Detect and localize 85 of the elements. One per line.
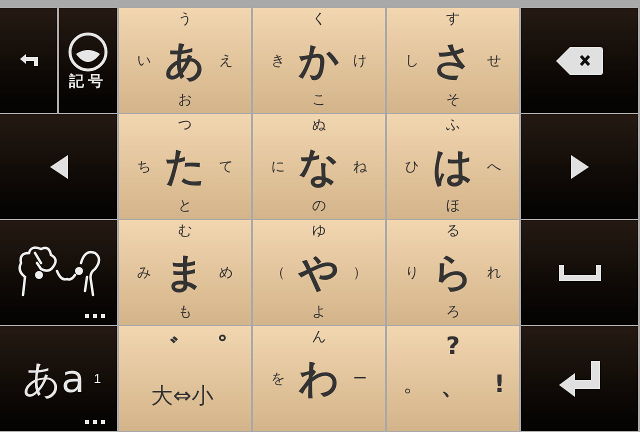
key-char: 、 bbox=[441, 374, 465, 398]
key-char: た bbox=[164, 146, 206, 186]
emoticon-key[interactable] bbox=[0, 220, 117, 325]
flick-char: ち bbox=[137, 160, 151, 174]
kana-key[interactable]: る り ら れ ろ bbox=[387, 220, 519, 325]
more-dots-icon bbox=[85, 420, 105, 424]
space-icon bbox=[558, 264, 600, 280]
key-char: わ bbox=[298, 358, 340, 398]
space-key[interactable] bbox=[521, 220, 638, 325]
flick-char: す bbox=[446, 12, 460, 26]
input-mode-key[interactable]: あa 1 bbox=[0, 326, 117, 431]
flick-char: よ bbox=[312, 305, 326, 319]
modifier-key[interactable]: ゛ ゜ 大⇔小 bbox=[119, 326, 251, 431]
flick-char: せ bbox=[487, 54, 501, 68]
key-char: あ bbox=[164, 40, 206, 80]
flick-char: お bbox=[178, 93, 192, 107]
kana-key[interactable]: ん を わ ー bbox=[253, 326, 385, 431]
mode-number-label: 1 bbox=[94, 372, 101, 385]
key-char: さ bbox=[432, 40, 474, 80]
key-char: ら bbox=[432, 252, 474, 292]
key-label: 大⇔小 bbox=[151, 386, 214, 408]
flick-char: ー bbox=[353, 372, 367, 386]
kana-key[interactable]: く き か け こ bbox=[253, 8, 385, 113]
key-char: か bbox=[298, 40, 340, 80]
flick-char: ひ bbox=[405, 160, 419, 174]
backspace-icon bbox=[556, 46, 604, 76]
key-char: ま bbox=[164, 252, 206, 292]
kana-key[interactable]: ふ ひ は へ ほ bbox=[387, 114, 519, 219]
punctuation-key[interactable]: ? 。 、 ! bbox=[387, 326, 519, 431]
flick-char: め bbox=[219, 266, 233, 280]
kana-key[interactable]: す し さ せ そ bbox=[387, 8, 519, 113]
handakuten-mark: ゜ bbox=[199, 331, 228, 367]
flick-char: ゆ bbox=[312, 224, 326, 238]
flick-char: て bbox=[219, 160, 233, 174]
flick-char: ろ bbox=[446, 305, 460, 319]
flick-char: つ bbox=[178, 118, 192, 132]
key-char: は bbox=[432, 146, 474, 186]
enter-key[interactable] bbox=[521, 326, 638, 431]
key-label: 記号 bbox=[69, 74, 107, 89]
flick-char: き bbox=[271, 54, 285, 68]
flick-char: れ bbox=[487, 266, 501, 280]
kana-key[interactable]: ゆ （ や ） よ bbox=[253, 220, 385, 325]
flick-char: を bbox=[271, 372, 285, 386]
flick-char: ほ bbox=[446, 199, 460, 213]
flick-char: し bbox=[405, 54, 419, 68]
flick-char: こ bbox=[312, 93, 326, 107]
flick-char: ! bbox=[494, 372, 505, 396]
key-char: や bbox=[298, 252, 340, 292]
flick-char: ね bbox=[353, 160, 367, 174]
flick-char: い bbox=[137, 54, 151, 68]
more-dots-icon bbox=[85, 314, 105, 318]
left-arrow-icon bbox=[48, 154, 68, 180]
flick-char: え bbox=[219, 54, 233, 68]
flick-char: ） bbox=[353, 266, 367, 280]
flick-char: （ bbox=[271, 266, 285, 280]
flick-char: ふ bbox=[446, 118, 460, 132]
kana-key[interactable]: つ ち た て と bbox=[119, 114, 251, 219]
dakuten-mark: ゛ bbox=[151, 331, 180, 367]
right-arrow-icon bbox=[570, 154, 590, 180]
key-char: な bbox=[298, 146, 340, 186]
symbol-key[interactable]: 記号 bbox=[59, 8, 117, 113]
backspace-key[interactable] bbox=[521, 8, 638, 113]
flick-char: み bbox=[137, 266, 151, 280]
flick-char: け bbox=[353, 54, 367, 68]
mode-label: あa bbox=[22, 360, 85, 398]
flick-char: ? bbox=[446, 334, 460, 358]
flick-char: る bbox=[446, 224, 460, 238]
flick-char: の bbox=[312, 199, 326, 213]
flick-char: う bbox=[178, 12, 192, 26]
undo-icon bbox=[18, 54, 40, 68]
enter-icon bbox=[558, 360, 600, 396]
kana-key[interactable]: う い あ え お bbox=[119, 8, 251, 113]
flick-char: と bbox=[178, 199, 192, 213]
flick-char: へ bbox=[487, 160, 501, 174]
flick-char: ん bbox=[312, 330, 326, 344]
flick-char: 。 bbox=[403, 374, 425, 396]
flick-char: む bbox=[178, 224, 192, 238]
kana-key[interactable]: む み ま め も bbox=[119, 220, 251, 325]
flick-char: に bbox=[271, 160, 285, 174]
flick-char: り bbox=[405, 266, 419, 280]
flick-char: ぬ bbox=[312, 118, 326, 132]
flick-char: も bbox=[178, 305, 192, 319]
flick-char: く bbox=[312, 12, 326, 26]
flick-char: そ bbox=[446, 93, 460, 107]
kana-key[interactable]: ぬ に な ね の bbox=[253, 114, 385, 219]
